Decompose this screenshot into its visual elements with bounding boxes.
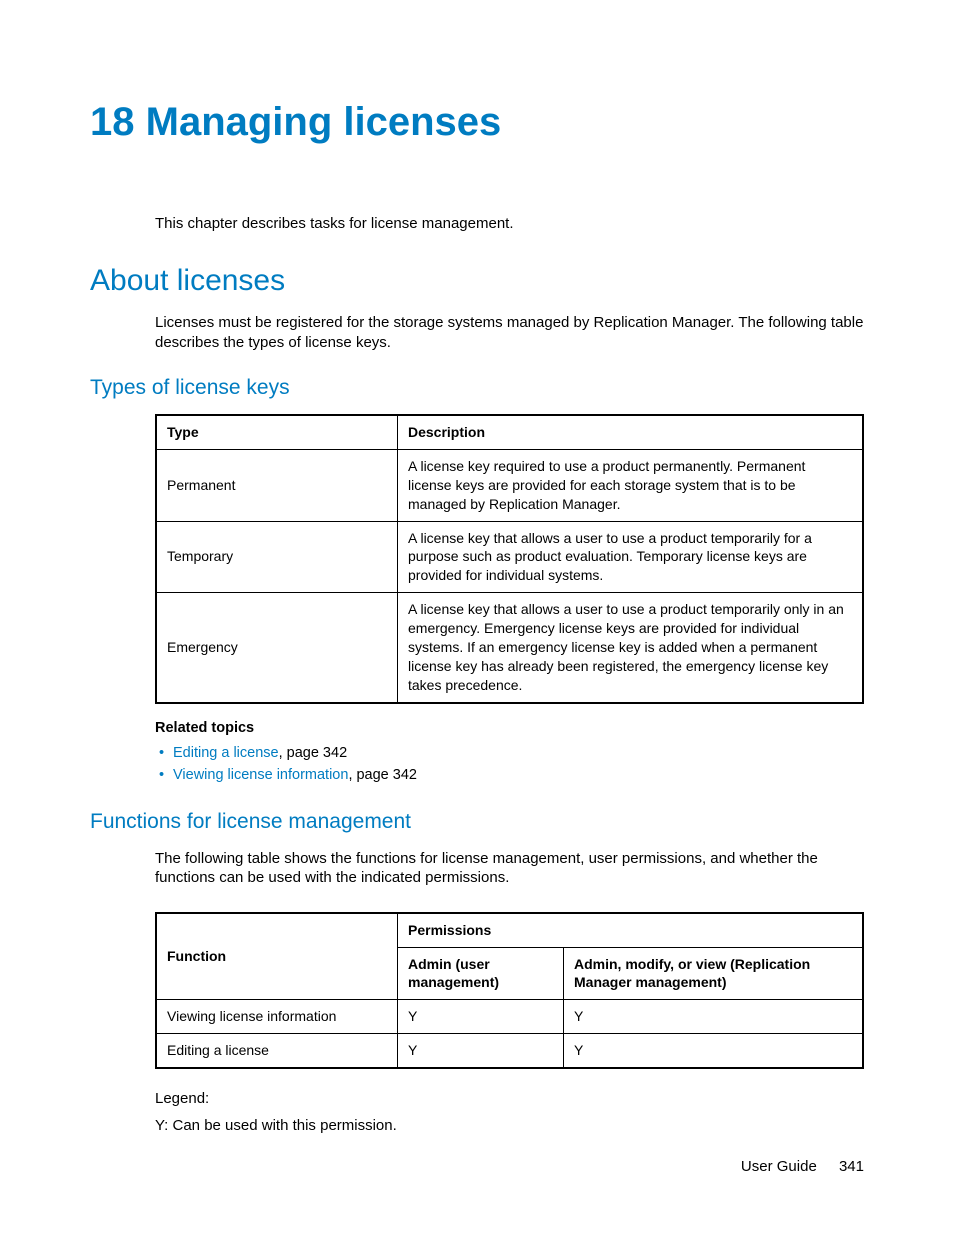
cell-function: Editing a license [156, 1034, 398, 1068]
table-row: Temporary A license key that allows a us… [156, 521, 863, 593]
cell-admin-modify: Y [564, 1034, 864, 1068]
th-function: Function [156, 913, 398, 1000]
subsection-types-heading: Types of license keys [90, 376, 864, 400]
related-heading: Related topics [155, 720, 864, 736]
license-types-table: Type Description Permanent A license key… [155, 414, 864, 704]
related-suffix: , page 342 [348, 767, 417, 783]
cell-description: A license key that allows a user to use … [398, 521, 864, 593]
functions-table: Function Permissions Admin (user managem… [155, 912, 864, 1069]
related-suffix: , page 342 [279, 745, 348, 761]
th-description: Description [398, 415, 864, 449]
cell-description: A license key that allows a user to use … [398, 593, 864, 703]
subsection-functions-heading: Functions for license management [90, 810, 864, 834]
th-permissions: Permissions [398, 913, 864, 947]
cell-description: A license key required to use a product … [398, 449, 864, 521]
table-row: Emergency A license key that allows a us… [156, 593, 863, 703]
link-editing-license[interactable]: Editing a license [173, 745, 279, 761]
section-about-body: Licenses must be registered for the stor… [155, 313, 864, 352]
related-item: Editing a license, page 342 [155, 742, 864, 764]
cell-type: Temporary [156, 521, 398, 593]
footer-doc-title: User Guide [741, 1158, 817, 1175]
cell-admin-user: Y [398, 1034, 564, 1068]
footer-page-number: 341 [839, 1158, 864, 1175]
chapter-intro: This chapter describes tasks for license… [155, 215, 864, 232]
table-row: Viewing license information Y Y [156, 1000, 863, 1034]
cell-type: Emergency [156, 593, 398, 703]
related-topics: Related topics Editing a license, page 3… [155, 720, 864, 786]
related-item: Viewing license information, page 342 [155, 764, 864, 786]
cell-admin-modify: Y [564, 1000, 864, 1034]
th-admin-modify: Admin, modify, or view (Replication Mana… [564, 947, 864, 1000]
page-footer: User Guide 341 [741, 1158, 864, 1175]
chapter-number: 18 [90, 100, 135, 144]
subsection-functions-body: The following table shows the functions … [155, 849, 864, 888]
cell-type: Permanent [156, 449, 398, 521]
section-about-heading: About licenses [90, 264, 864, 298]
legend-text: Y: Can be used with this permission. [155, 1112, 864, 1139]
table-row: Permanent A license key required to use … [156, 449, 863, 521]
th-type: Type [156, 415, 398, 449]
chapter-name: Managing licenses [146, 100, 502, 144]
table-row: Editing a license Y Y [156, 1034, 863, 1068]
link-viewing-license-info[interactable]: Viewing license information [173, 767, 348, 783]
cell-admin-user: Y [398, 1000, 564, 1034]
cell-function: Viewing license information [156, 1000, 398, 1034]
legend-label: Legend: [155, 1085, 864, 1112]
chapter-title: 18 Managing licenses [90, 100, 864, 145]
th-admin-user: Admin (user management) [398, 947, 564, 1000]
